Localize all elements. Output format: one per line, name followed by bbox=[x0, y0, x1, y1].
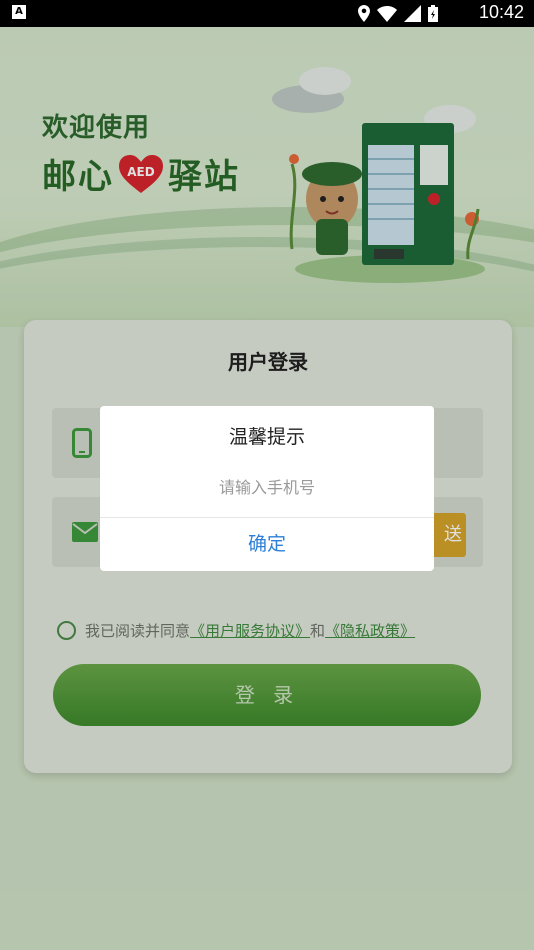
status-icons bbox=[358, 5, 438, 22]
dialog-title: 温馨提示 bbox=[228, 426, 305, 448]
wifi-icon bbox=[377, 5, 397, 22]
dialog-confirm-button[interactable]: 确定 bbox=[100, 518, 434, 571]
signal-icon bbox=[404, 5, 421, 22]
clock: 10:42 bbox=[478, 2, 524, 22]
notification-icon: A bbox=[12, 5, 26, 19]
dialog-message: 请输入手机号 bbox=[218, 478, 315, 497]
battery-icon bbox=[428, 5, 438, 22]
location-icon bbox=[358, 5, 370, 22]
status-bar: A 10:42 bbox=[0, 0, 534, 27]
alert-dialog: 温馨提示 请输入手机号 确定 bbox=[100, 406, 434, 571]
